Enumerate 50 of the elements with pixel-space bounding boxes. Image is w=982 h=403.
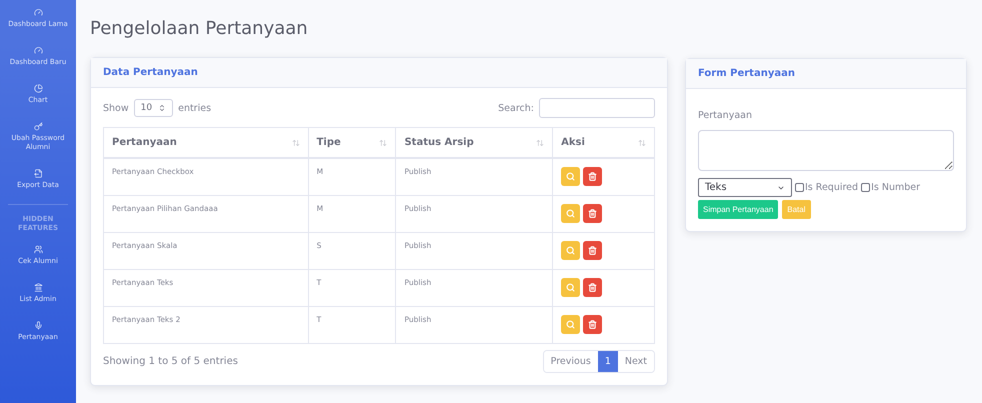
search-icon [566, 283, 576, 292]
search-label: Search: [498, 102, 534, 114]
pie-chart-icon [34, 84, 42, 94]
show-label: Show [103, 102, 129, 114]
entries-info: Showing 1 to 5 of 5 entries [103, 356, 238, 366]
delete-button[interactable] [583, 315, 602, 334]
key-icon [34, 122, 42, 132]
sort-icon [379, 138, 388, 146]
delete-button[interactable] [583, 204, 602, 223]
checkbox-label: Is Number [871, 182, 920, 193]
updown-icon [158, 104, 166, 112]
microphone-icon [34, 320, 42, 330]
type-select[interactable]: Teks [698, 178, 792, 197]
delete-button[interactable] [583, 241, 602, 260]
delete-button[interactable] [583, 278, 602, 297]
column-header[interactable]: Aksi [552, 128, 654, 158]
users-icon [34, 244, 42, 254]
card-title: Form Pertanyaan [698, 68, 796, 79]
search-icon [566, 209, 576, 218]
file-export-icon [34, 169, 42, 178]
sort-icon [638, 138, 646, 146]
column-header[interactable]: Status Arsip [396, 128, 553, 158]
question-field[interactable] [698, 130, 954, 171]
search-icon [566, 246, 576, 255]
page-link[interactable]: 1 [598, 350, 618, 372]
trash-icon [588, 283, 598, 292]
entries-label: entries [178, 102, 212, 114]
gauge-icon [34, 8, 42, 17]
checkbox[interactable] [861, 183, 870, 192]
search-icon [566, 172, 576, 182]
column-header[interactable]: Tipe [308, 128, 396, 158]
checkbox-label: Is Required [805, 182, 858, 193]
bank-icon [34, 282, 42, 292]
sort-icon [536, 138, 544, 146]
trash-icon [588, 246, 598, 255]
column-header[interactable]: Pertanyaan [104, 128, 308, 158]
trash-icon [588, 172, 598, 182]
card-title: Data Pertanyaan [103, 67, 199, 78]
field-label: Pertanyaan [698, 110, 752, 121]
trash-icon [588, 209, 598, 218]
checkbox[interactable] [795, 183, 804, 192]
gauge-icon [34, 46, 42, 56]
search-icon [566, 320, 576, 329]
save-button[interactable]: Simpan Pertanyaan [698, 200, 778, 219]
search-field[interactable] [539, 98, 655, 118]
page-title: Pengelolaan Pertanyaan [90, 18, 309, 39]
entries-select[interactable]: 10 [134, 99, 174, 117]
delete-button[interactable] [583, 167, 602, 186]
trash-icon [588, 320, 598, 329]
sort-icon [292, 138, 300, 146]
